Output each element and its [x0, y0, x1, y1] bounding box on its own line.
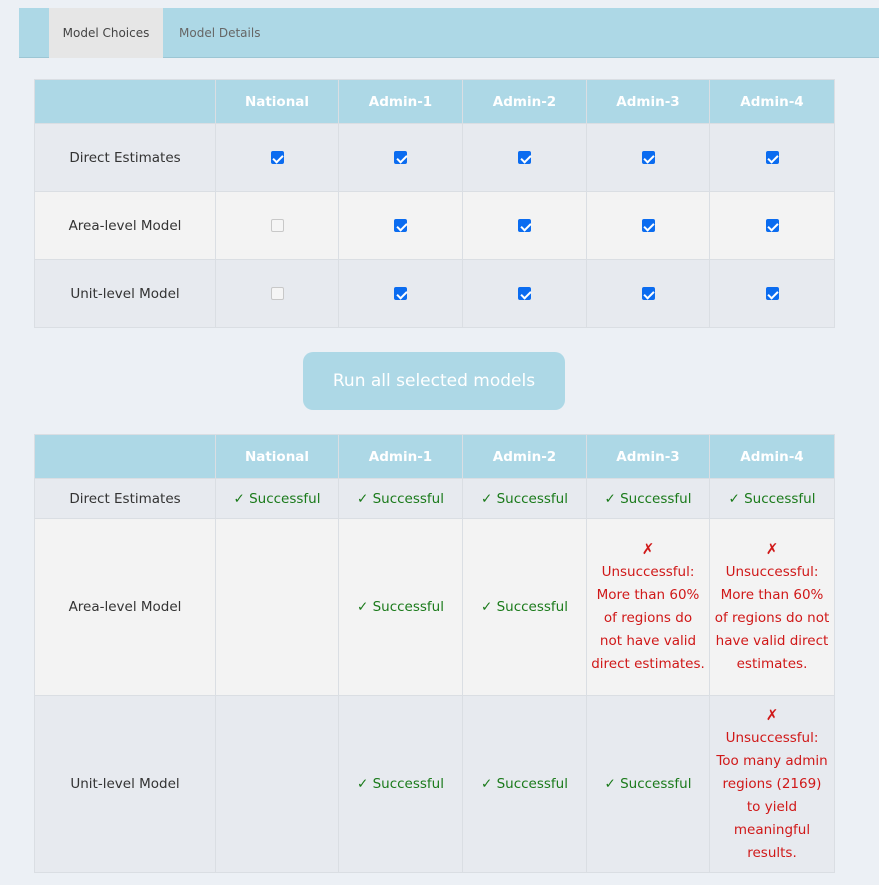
- status-success: ✓ Successful: [356, 490, 444, 507]
- model-results-table: National Admin-1 Admin-2 Admin-3 Admin-4…: [34, 434, 835, 873]
- failure-message: Unsuccessful: Too many admin regions (21…: [716, 729, 828, 861]
- status-failure: ✗ Unsuccessful: More than 60% of regions…: [710, 538, 834, 676]
- checkbox-unit-admin-1[interactable]: [394, 287, 407, 300]
- header-admin-1: Admin-1: [338, 434, 463, 479]
- checkbox-area-admin-2[interactable]: [518, 219, 531, 232]
- tab-model-choices[interactable]: Model Choices: [49, 8, 163, 58]
- checkbox-area-admin-4[interactable]: [765, 219, 779, 232]
- cross-icon: ✗: [765, 540, 779, 558]
- header-national: National: [215, 434, 339, 479]
- table-row: Area-level Model: [34, 191, 835, 260]
- checkbox-unit-admin-3[interactable]: [641, 287, 655, 300]
- row-label-direct-estimates: Direct Estimates: [34, 478, 216, 519]
- header-national: National: [215, 79, 339, 124]
- header-admin-2: Admin-2: [462, 79, 587, 124]
- tab-model-details[interactable]: Model Details: [164, 8, 275, 58]
- status-success: ✓ Successful: [604, 490, 692, 507]
- header-admin-1: Admin-1: [338, 79, 463, 124]
- tab-bar: Model Choices Model Details: [19, 8, 879, 58]
- table-row: Unit-level Model ✓ Successful ✓ Successf…: [34, 695, 835, 873]
- header-admin-3: Admin-3: [586, 434, 710, 479]
- table-row: Direct Estimates: [34, 123, 835, 192]
- status-empty: [215, 695, 339, 873]
- checkbox-direct-admin-2[interactable]: [518, 151, 531, 164]
- row-label-unit-level-model: Unit-level Model: [34, 259, 216, 328]
- status-success: ✓ Successful: [480, 490, 568, 507]
- status-failure: ✗ Unsuccessful: More than 60% of regions…: [587, 538, 709, 676]
- status-success: ✓ Successful: [480, 599, 568, 615]
- checkbox-direct-national[interactable]: [270, 151, 284, 164]
- status-success: ✓ Successful: [356, 599, 444, 615]
- cross-icon: ✗: [765, 705, 779, 724]
- failure-message: Unsuccessful: More than 60% of regions d…: [714, 564, 830, 672]
- run-all-selected-models-button[interactable]: Run all selected models: [303, 352, 565, 410]
- header-admin-3: Admin-3: [586, 79, 710, 124]
- row-label-area-level-model: Area-level Model: [34, 518, 216, 696]
- header-admin-4: Admin-4: [709, 434, 835, 479]
- checkbox-area-national[interactable]: [270, 219, 284, 232]
- status-success: ✓ Successful: [480, 776, 568, 792]
- status-failure: ✗ Unsuccessful: Too many admin regions (…: [710, 704, 834, 865]
- checkbox-unit-national[interactable]: [270, 287, 284, 300]
- checkbox-direct-admin-1[interactable]: [394, 151, 407, 164]
- header-admin-4: Admin-4: [709, 79, 835, 124]
- checkbox-area-admin-3[interactable]: [641, 219, 655, 232]
- checkbox-unit-admin-2[interactable]: [518, 287, 531, 300]
- table-row: Area-level Model ✓ Successful ✓ Successf…: [34, 518, 835, 696]
- checkbox-area-admin-1[interactable]: [394, 219, 407, 232]
- row-label-direct-estimates: Direct Estimates: [34, 123, 216, 192]
- row-label-unit-level-model: Unit-level Model: [34, 695, 216, 873]
- status-success: ✓ Successful: [604, 776, 692, 792]
- checkbox-direct-admin-3[interactable]: [641, 151, 655, 164]
- table-row: Direct Estimates ✓ Successful ✓ Successf…: [34, 478, 835, 519]
- failure-message: Unsuccessful: More than 60% of regions d…: [591, 564, 705, 672]
- cross-icon: ✗: [641, 540, 655, 558]
- header-empty: [34, 434, 216, 479]
- model-choices-table: National Admin-1 Admin-2 Admin-3 Admin-4…: [34, 79, 835, 328]
- table-row: Unit-level Model: [34, 259, 835, 328]
- checkbox-direct-admin-4[interactable]: [765, 151, 779, 164]
- status-success: ✓ Successful: [728, 490, 816, 507]
- checkbox-unit-admin-4[interactable]: [765, 287, 779, 300]
- status-success: ✓ Successful: [356, 776, 444, 792]
- header-admin-2: Admin-2: [462, 434, 587, 479]
- row-label-area-level-model: Area-level Model: [34, 191, 216, 260]
- status-success: ✓ Successful: [233, 490, 321, 507]
- status-empty: [215, 518, 339, 696]
- header-empty: [34, 79, 216, 124]
